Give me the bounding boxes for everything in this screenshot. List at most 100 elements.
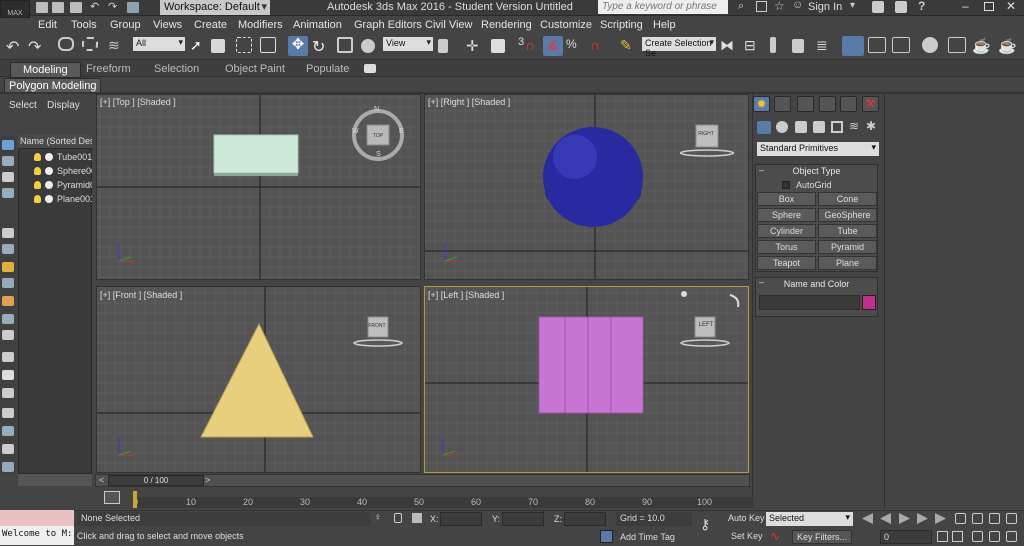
sphere-button[interactable]: Sphere: [757, 208, 816, 222]
cylinder-button[interactable]: Cylinder: [757, 224, 816, 238]
visibility-icon[interactable]: [45, 195, 53, 203]
light-bulb-icon[interactable]: [34, 181, 41, 189]
motion-tab-icon[interactable]: [819, 96, 836, 112]
link-icon[interactable]: [58, 37, 74, 51]
compass-e[interactable]: E: [399, 128, 404, 135]
tab-selection[interactable]: Selection: [154, 63, 199, 75]
filter-icon[interactable]: [2, 408, 14, 418]
object-color-swatch[interactable]: [862, 295, 876, 310]
viewport-top[interactable]: [96, 94, 421, 280]
minimize-icon[interactable]: –: [962, 0, 969, 13]
new-file-icon[interactable]: [36, 2, 48, 13]
scene-list-header[interactable]: Name (Sorted Desce: [18, 135, 92, 149]
viewcube-left[interactable]: LEFT: [698, 322, 714, 328]
display-tab-icon[interactable]: [840, 96, 857, 112]
display-lights-icon[interactable]: [2, 172, 14, 182]
viewport-left-label[interactable]: [+] [Left ] [Shaded ]: [428, 290, 504, 300]
auto-key-button[interactable]: Auto Key: [728, 513, 765, 523]
menu-item-modifiers[interactable]: Modifiers: [238, 19, 283, 31]
mirror-icon[interactable]: ⧓: [720, 37, 738, 55]
visibility-icon[interactable]: [45, 153, 53, 161]
bind-space-warp-icon[interactable]: ≋: [108, 37, 126, 55]
maxscript-listener[interactable]: Welcome to M:: [0, 526, 74, 545]
systems-icon[interactable]: ✱: [866, 119, 876, 133]
window-crossing-icon[interactable]: [260, 37, 276, 53]
plane-button[interactable]: Plane: [818, 256, 877, 270]
menu-item-help[interactable]: Help: [653, 19, 676, 31]
display-object-xrefs-icon[interactable]: [2, 278, 14, 288]
time-playhead[interactable]: [133, 491, 137, 508]
keyboard-shortcut-override-icon[interactable]: [491, 39, 505, 53]
display-containers-icon[interactable]: [2, 314, 14, 324]
display-frozen-icon[interactable]: [2, 330, 14, 340]
menu-item-create[interactable]: Create: [194, 19, 227, 31]
render-setup-icon[interactable]: [948, 37, 966, 53]
workspace-dropdown[interactable]: Workspace: Default: [160, 0, 270, 15]
viewcube-top[interactable]: TOP: [371, 133, 385, 139]
selection-lock-icon[interactable]: [394, 513, 402, 523]
maximize-icon[interactable]: [984, 2, 994, 11]
display-bone-icon[interactable]: [2, 296, 14, 306]
lights-icon[interactable]: [795, 121, 807, 133]
menu-item-graph-editors[interactable]: Graph Editors: [354, 19, 422, 31]
autogrid-checkbox[interactable]: [782, 181, 790, 189]
time-slider-thumb[interactable]: 0 / 100: [108, 475, 204, 486]
open-file-icon[interactable]: [52, 2, 64, 13]
close-icon[interactable]: ✕: [1006, 0, 1016, 13]
track-bar-line[interactable]: [133, 497, 753, 508]
unlink-icon[interactable]: [82, 37, 98, 51]
light-bulb-icon[interactable]: [34, 195, 41, 203]
sign-in-button[interactable]: Sign In: [808, 1, 842, 13]
orbit-icon[interactable]: [989, 531, 1000, 542]
modify-tab-icon[interactable]: [774, 96, 791, 112]
exchange-icon[interactable]: [872, 1, 884, 13]
geometry-icon[interactable]: [757, 121, 771, 134]
viewcube-right[interactable]: RIGHT: [696, 131, 716, 137]
zoom-icon[interactable]: [955, 513, 966, 524]
angle-snap-icon[interactable]: ∡: [543, 36, 563, 56]
menu-item-edit[interactable]: Edit: [38, 19, 57, 31]
visibility-icon[interactable]: [45, 181, 53, 189]
named-selection-dropdown[interactable]: Create Selection Se: [642, 37, 716, 58]
shapes-icon[interactable]: [776, 121, 788, 133]
display-geometry-icon[interactable]: [2, 140, 14, 150]
display-none-icon[interactable]: [2, 388, 14, 398]
scene-explorer-icon[interactable]: [842, 36, 864, 56]
invert-icon[interactable]: [2, 426, 14, 436]
object-name-input[interactable]: [759, 295, 860, 310]
chevron-left-icon[interactable]: <: [99, 475, 104, 485]
scene-item-tube[interactable]: Tube001: [57, 152, 92, 165]
tab-freeform[interactable]: Freeform: [86, 63, 131, 75]
user-icon[interactable]: ☺: [792, 0, 803, 11]
tab-object-paint[interactable]: Object Paint: [225, 63, 285, 75]
box-button[interactable]: Box: [757, 192, 816, 206]
favorites-icon[interactable]: ☆: [774, 0, 785, 13]
menu-item-scripting[interactable]: Scripting: [600, 19, 643, 31]
pyramid-button[interactable]: Pyramid: [818, 240, 877, 254]
percent-snap-icon[interactable]: %: [566, 37, 584, 55]
name-color-title[interactable]: Name and Color: [755, 279, 878, 289]
current-frame-field[interactable]: 0: [880, 530, 932, 544]
snap-toggle-label[interactable]: 3: [518, 36, 524, 48]
subscription-icon[interactable]: [756, 1, 767, 12]
search-input[interactable]: Type a keyword or phrase: [598, 0, 728, 14]
viewport-left-active[interactable]: [424, 286, 749, 473]
pivot-center-icon[interactable]: [438, 39, 448, 53]
visibility-icon[interactable]: [45, 167, 53, 175]
light-bulb-icon[interactable]: [34, 167, 41, 175]
connect-icon[interactable]: [895, 1, 907, 13]
set-key-button[interactable]: Set Key: [731, 531, 763, 541]
chevron-right-icon[interactable]: >: [205, 475, 210, 485]
menu-item-rendering[interactable]: Rendering: [481, 19, 532, 31]
select-object-icon[interactable]: ➚: [190, 37, 208, 55]
default-tangent-icon[interactable]: ∿: [770, 529, 780, 543]
ribbon-options-icon[interactable]: [364, 64, 376, 73]
display-hidden-icon[interactable]: [2, 352, 14, 362]
toggle-layer-explorer-icon[interactable]: [770, 37, 776, 53]
project-folder-icon[interactable]: [127, 2, 139, 13]
menu-item-group[interactable]: Group: [110, 19, 141, 31]
display-cameras-icon[interactable]: [2, 188, 14, 198]
mini-curve-editor-icon[interactable]: [104, 491, 120, 504]
viewport-front[interactable]: [96, 286, 421, 473]
redo-icon[interactable]: ↷: [108, 0, 117, 13]
